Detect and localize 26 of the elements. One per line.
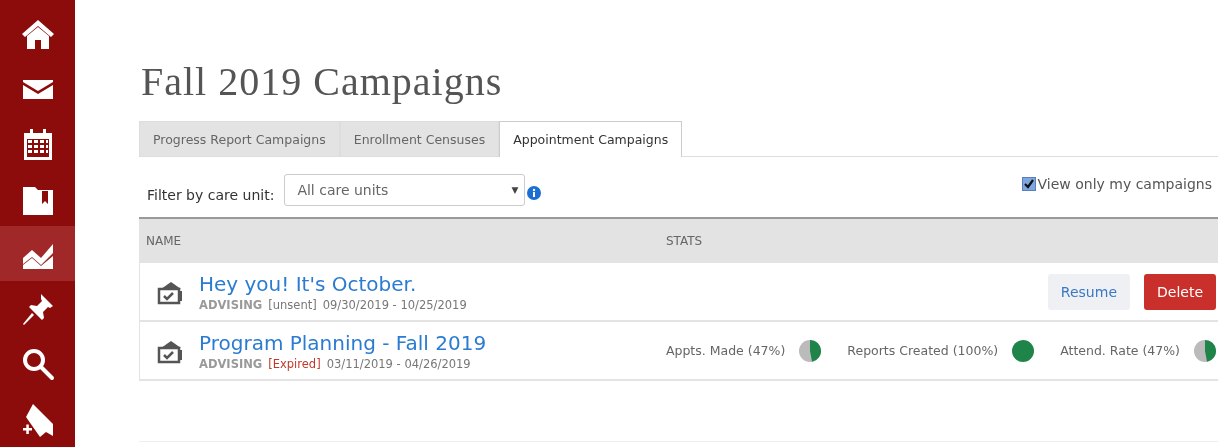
tab[interactable]: Enrollment Censuses (339, 121, 500, 156)
nav-item[interactable] (0, 226, 75, 281)
page-title: Fall 2019 Campaigns (141, 58, 504, 105)
stat-label: Attend. Rate (47%) (1060, 343, 1180, 358)
status-label: [Expired] (268, 356, 321, 371)
campaign-link[interactable]: Program Planning - Fall 2019 (199, 330, 487, 355)
info-icon[interactable] (527, 186, 542, 200)
checkbox[interactable] (1021, 177, 1036, 191)
stat-label: Appts. Made (47%) (665, 343, 786, 358)
care-unit-select[interactable]: All care units ▼ (284, 174, 526, 206)
caret-icon: ▼ (511, 185, 519, 195)
resume-button[interactable]: Resume (1047, 273, 1130, 310)
delete-button[interactable]: Delete (1144, 273, 1216, 310)
tab[interactable]: Progress Report Campaigns (139, 121, 340, 156)
stat-label: Reports Created (100%) (847, 343, 999, 358)
filter-label: Filter by care unit: (147, 187, 275, 203)
date-range: 03/11/2019 - 04/26/2019 (326, 356, 471, 371)
category-label: ADVISING (199, 356, 263, 371)
date-range: 09/30/2019 - 10/25/2019 (322, 297, 467, 312)
checkbox-label: View only my campaigns (1037, 176, 1212, 192)
category-label: ADVISING (199, 297, 263, 312)
status-label: [unsent] (268, 297, 317, 312)
campaign-link[interactable]: Hey you! It's October. (199, 271, 467, 296)
column-header: STATS (666, 234, 703, 248)
tab[interactable]: Appointment Campaigns (499, 121, 683, 157)
column-header: NAME (145, 234, 183, 248)
